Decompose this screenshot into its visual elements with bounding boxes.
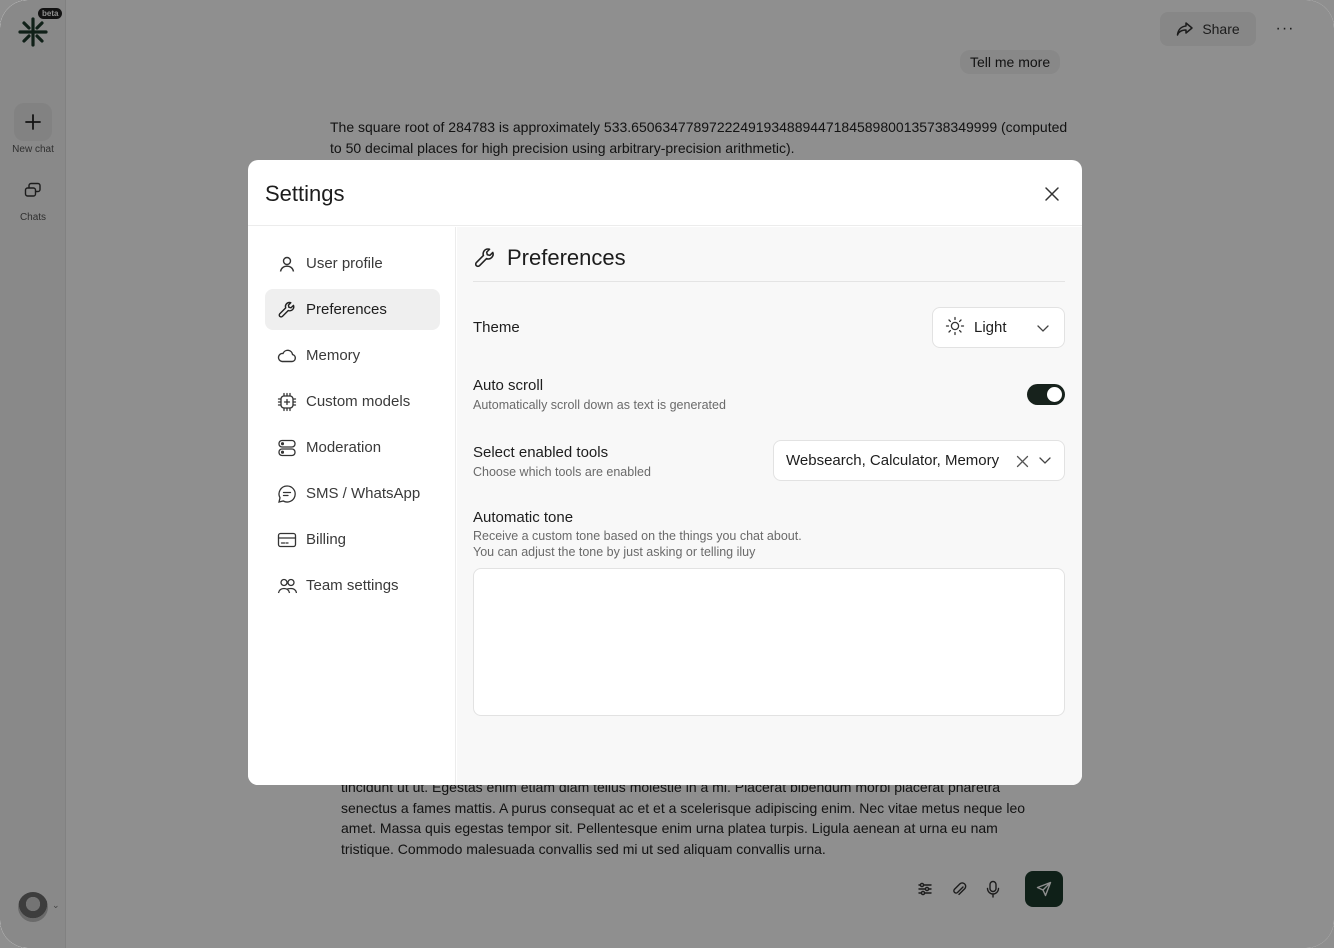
theme-value: Light — [974, 319, 1007, 336]
tools-multiselect[interactable]: Websearch, Calculator, Memory — [773, 440, 1065, 481]
section-header: Preferences — [473, 243, 1065, 282]
close-icon — [1045, 187, 1059, 201]
tone-description-line2: You can adjust the tone by just asking o… — [473, 545, 756, 559]
nav-item-label: Team settings — [306, 577, 399, 594]
message-icon — [277, 484, 297, 504]
close-button[interactable] — [1040, 182, 1064, 206]
tools-description: Choose which tools are enabled — [473, 465, 651, 479]
nav-item-label: SMS / WhatsApp — [306, 485, 421, 502]
settings-title: Settings — [265, 181, 345, 206]
toggle-knob — [1047, 387, 1062, 402]
settings-dialog: Settings User profile Preferences Memory… — [248, 160, 1082, 785]
nav-item-billing[interactable]: Billing — [265, 519, 440, 560]
settings-header: Settings — [248, 160, 1082, 226]
tools-label: Select enabled tools — [473, 444, 609, 461]
user-icon — [277, 254, 297, 274]
nav-item-label: Billing — [306, 531, 347, 548]
tone-description-line1: Receive a custom tone based on the thing… — [473, 529, 802, 543]
chevron-down-icon[interactable] — [1038, 453, 1052, 471]
auto-scroll-toggle[interactable] — [1027, 384, 1065, 405]
credit-card-icon — [277, 530, 297, 550]
nav-item-label: Moderation — [306, 439, 382, 456]
nav-item-label: User profile — [306, 255, 383, 272]
nav-item-team-settings[interactable]: Team settings — [265, 565, 440, 606]
section-title: Preferences — [507, 245, 626, 270]
users-icon — [277, 576, 297, 596]
tone-label: Automatic tone — [473, 509, 574, 526]
nav-item-moderation[interactable]: Moderation — [265, 427, 440, 468]
nav-item-preferences[interactable]: Preferences — [265, 289, 440, 330]
theme-label: Theme — [473, 319, 520, 336]
server-icon — [277, 438, 297, 458]
theme-select[interactable]: Light — [932, 307, 1065, 348]
tone-textarea[interactable] — [473, 568, 1065, 716]
wrench-icon — [277, 300, 297, 320]
nav-item-custom-models[interactable]: Custom models — [265, 381, 440, 422]
nav-item-user-profile[interactable]: User profile — [265, 243, 440, 284]
cloud-icon — [277, 346, 297, 366]
app-window: beta New chat Chats ⌄ Share ··· Tell me … — [0, 0, 1334, 948]
preferences-panel: Preferences Theme Light Auto scroll Auto… — [457, 227, 1082, 785]
nav-item-memory[interactable]: Memory — [265, 335, 440, 376]
settings-nav: User profile Preferences Memory Custom m… — [248, 227, 456, 785]
tools-value: Websearch, Calculator, Memory — [786, 452, 1000, 469]
cpu-icon — [277, 392, 297, 412]
nav-item-label: Preferences — [306, 301, 387, 318]
nav-item-label: Custom models — [306, 393, 411, 410]
auto-scroll-label: Auto scroll — [473, 377, 544, 394]
nav-item-label: Memory — [306, 347, 361, 364]
clear-icon[interactable] — [1014, 453, 1030, 469]
nav-item-sms-whatsapp[interactable]: SMS / WhatsApp — [265, 473, 440, 514]
chevron-down-icon — [1036, 321, 1050, 339]
auto-scroll-description: Automatically scroll down as text is gen… — [473, 398, 726, 412]
wrench-icon — [473, 246, 497, 275]
sun-icon — [945, 316, 965, 340]
